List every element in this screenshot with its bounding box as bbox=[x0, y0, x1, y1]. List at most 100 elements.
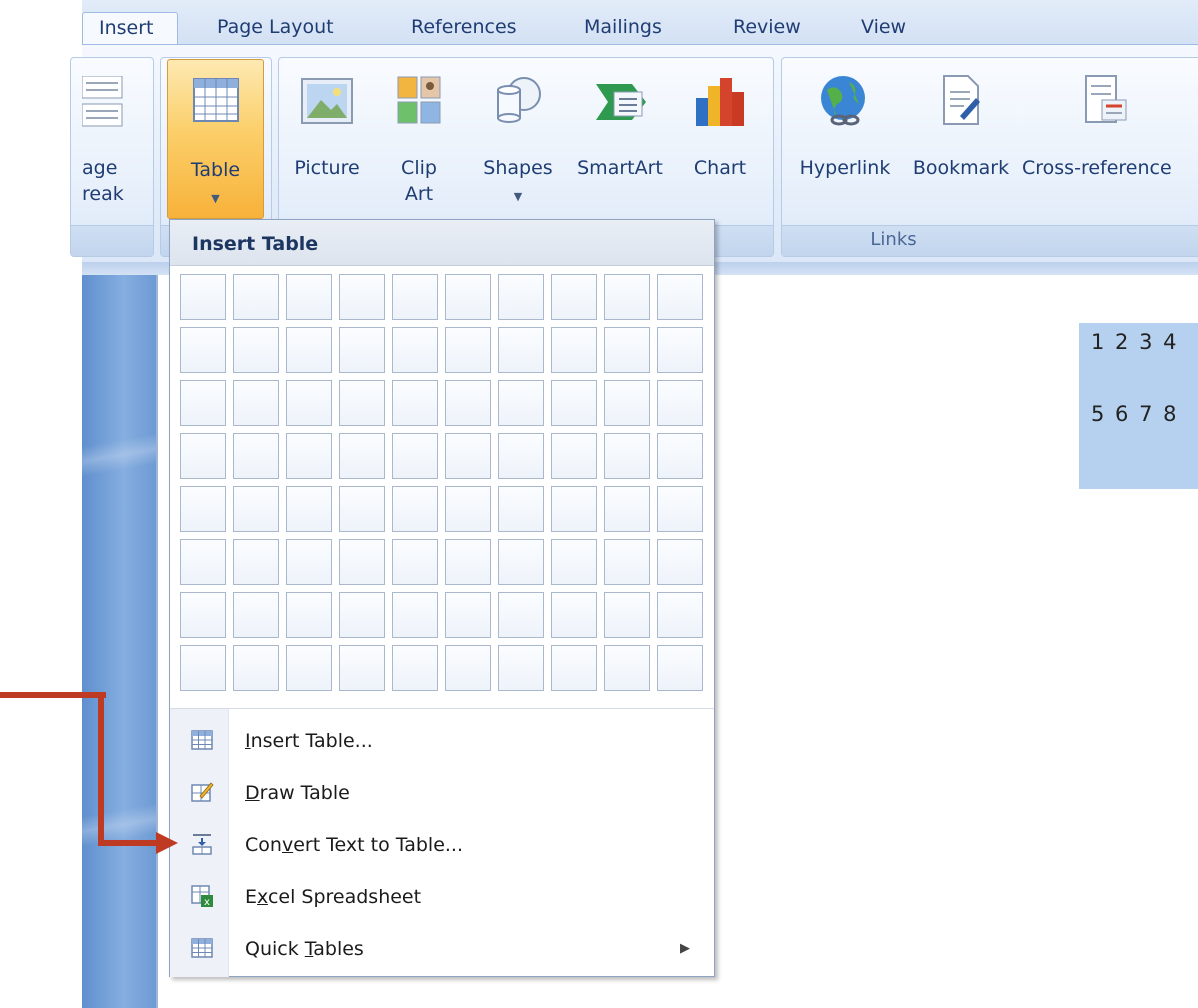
table-grid-cell[interactable] bbox=[286, 592, 332, 638]
table-grid-cell[interactable] bbox=[445, 645, 491, 691]
table-grid-cell[interactable] bbox=[604, 433, 650, 479]
table-grid-cell[interactable] bbox=[392, 380, 438, 426]
table-grid-cell[interactable] bbox=[445, 433, 491, 479]
cross-reference-button[interactable]: Cross-reference bbox=[1022, 72, 1198, 212]
table-grid-cell[interactable] bbox=[339, 327, 385, 373]
table-grid-cell[interactable] bbox=[445, 327, 491, 373]
table-grid-cell[interactable] bbox=[498, 380, 544, 426]
picture-button[interactable]: Picture bbox=[287, 72, 367, 212]
table-grid-cell[interactable] bbox=[551, 645, 597, 691]
tab-references[interactable]: References bbox=[411, 12, 517, 44]
table-grid-cell[interactable] bbox=[286, 380, 332, 426]
table-grid-cell[interactable] bbox=[445, 274, 491, 320]
table-grid-cell[interactable] bbox=[551, 592, 597, 638]
menu-item-insert-table[interactable]: Insert Table... bbox=[170, 716, 714, 766]
table-grid-cell[interactable] bbox=[445, 592, 491, 638]
tab-insert[interactable]: Insert bbox=[82, 12, 178, 44]
table-grid-cell[interactable] bbox=[604, 274, 650, 320]
page-break-button[interactable]: age reak bbox=[82, 72, 154, 212]
table-grid-cell[interactable] bbox=[657, 327, 703, 373]
table-grid-cell[interactable] bbox=[180, 380, 226, 426]
table-grid-cell[interactable] bbox=[604, 486, 650, 532]
table-grid-cell[interactable] bbox=[445, 486, 491, 532]
table-grid-cell[interactable] bbox=[392, 486, 438, 532]
table-grid-cell[interactable] bbox=[180, 539, 226, 585]
table-grid-cell[interactable] bbox=[286, 645, 332, 691]
table-grid-cell[interactable] bbox=[551, 433, 597, 479]
table-grid-cell[interactable] bbox=[233, 592, 279, 638]
table-grid-cell[interactable] bbox=[657, 539, 703, 585]
shapes-button[interactable]: Shapes ▼ bbox=[476, 72, 560, 212]
table-grid-cell[interactable] bbox=[392, 592, 438, 638]
table-grid-cell[interactable] bbox=[392, 433, 438, 479]
table-grid-cell[interactable] bbox=[657, 433, 703, 479]
table-grid-cell[interactable] bbox=[180, 486, 226, 532]
tab-mailings[interactable]: Mailings bbox=[584, 12, 662, 44]
table-grid-cell[interactable] bbox=[498, 592, 544, 638]
tab-view[interactable]: View bbox=[861, 12, 906, 44]
table-grid-cell[interactable] bbox=[551, 486, 597, 532]
table-grid-cell[interactable] bbox=[657, 645, 703, 691]
selected-document-text[interactable]: 1 2 3 4 5 6 7 8 bbox=[1079, 323, 1198, 489]
bookmark-button[interactable]: Bookmark bbox=[904, 72, 1018, 212]
table-grid-cell[interactable] bbox=[551, 327, 597, 373]
table-grid-cell[interactable] bbox=[498, 274, 544, 320]
table-grid-cell[interactable] bbox=[498, 433, 544, 479]
clip-art-button[interactable]: Clip Art bbox=[393, 72, 445, 212]
table-grid-cell[interactable] bbox=[392, 327, 438, 373]
table-grid-cell[interactable] bbox=[286, 486, 332, 532]
table-grid-cell[interactable] bbox=[339, 433, 385, 479]
table-grid-cell[interactable] bbox=[657, 274, 703, 320]
table-grid-cell[interactable] bbox=[604, 380, 650, 426]
chart-button[interactable]: Chart bbox=[682, 72, 758, 212]
table-grid-cell[interactable] bbox=[339, 486, 385, 532]
menu-item-convert-text-to-table[interactable]: Convert Text to Table... bbox=[170, 820, 714, 870]
hyperlink-button[interactable]: Hyperlink bbox=[789, 72, 901, 212]
table-grid-cell[interactable] bbox=[339, 645, 385, 691]
table-grid-cell[interactable] bbox=[233, 433, 279, 479]
table-grid-cell[interactable] bbox=[339, 592, 385, 638]
table-grid-cell[interactable] bbox=[339, 539, 385, 585]
menu-item-excel-spreadsheet[interactable]: x Excel Spreadsheet bbox=[170, 872, 714, 922]
table-grid-cell[interactable] bbox=[657, 380, 703, 426]
table-grid-cell[interactable] bbox=[604, 327, 650, 373]
table-grid-cell[interactable] bbox=[551, 380, 597, 426]
table-grid-cell[interactable] bbox=[392, 539, 438, 585]
table-size-grid[interactable] bbox=[180, 274, 706, 700]
table-grid-cell[interactable] bbox=[286, 274, 332, 320]
table-grid-cell[interactable] bbox=[392, 274, 438, 320]
menu-item-quick-tables[interactable]: Quick Tables ▶ bbox=[170, 924, 714, 974]
table-grid-cell[interactable] bbox=[339, 380, 385, 426]
table-grid-cell[interactable] bbox=[180, 274, 226, 320]
table-grid-cell[interactable] bbox=[657, 592, 703, 638]
table-grid-cell[interactable] bbox=[498, 486, 544, 532]
tab-page-layout[interactable]: Page Layout bbox=[217, 12, 334, 44]
table-grid-cell[interactable] bbox=[604, 645, 650, 691]
table-grid-cell[interactable] bbox=[604, 539, 650, 585]
table-grid-cell[interactable] bbox=[233, 327, 279, 373]
table-grid-cell[interactable] bbox=[339, 274, 385, 320]
table-grid-cell[interactable] bbox=[180, 433, 226, 479]
table-grid-cell[interactable] bbox=[233, 274, 279, 320]
table-grid-cell[interactable] bbox=[392, 645, 438, 691]
table-grid-cell[interactable] bbox=[657, 486, 703, 532]
table-grid-cell[interactable] bbox=[233, 380, 279, 426]
smartart-button[interactable]: SmartArt bbox=[568, 72, 672, 212]
table-grid-cell[interactable] bbox=[180, 327, 226, 373]
table-grid-cell[interactable] bbox=[445, 380, 491, 426]
table-grid-cell[interactable] bbox=[604, 592, 650, 638]
table-grid-cell[interactable] bbox=[233, 645, 279, 691]
table-grid-cell[interactable] bbox=[286, 539, 332, 585]
tab-review[interactable]: Review bbox=[733, 12, 801, 44]
menu-item-draw-table[interactable]: Draw Table bbox=[170, 768, 714, 818]
table-grid-cell[interactable] bbox=[498, 539, 544, 585]
table-grid-cell[interactable] bbox=[445, 539, 491, 585]
table-grid-cell[interactable] bbox=[286, 327, 332, 373]
table-button[interactable]: Table ▼ bbox=[167, 59, 264, 219]
table-grid-cell[interactable] bbox=[498, 645, 544, 691]
table-grid-cell[interactable] bbox=[180, 592, 226, 638]
table-grid-cell[interactable] bbox=[551, 274, 597, 320]
table-grid-cell[interactable] bbox=[286, 433, 332, 479]
table-grid-cell[interactable] bbox=[233, 539, 279, 585]
table-grid-cell[interactable] bbox=[551, 539, 597, 585]
